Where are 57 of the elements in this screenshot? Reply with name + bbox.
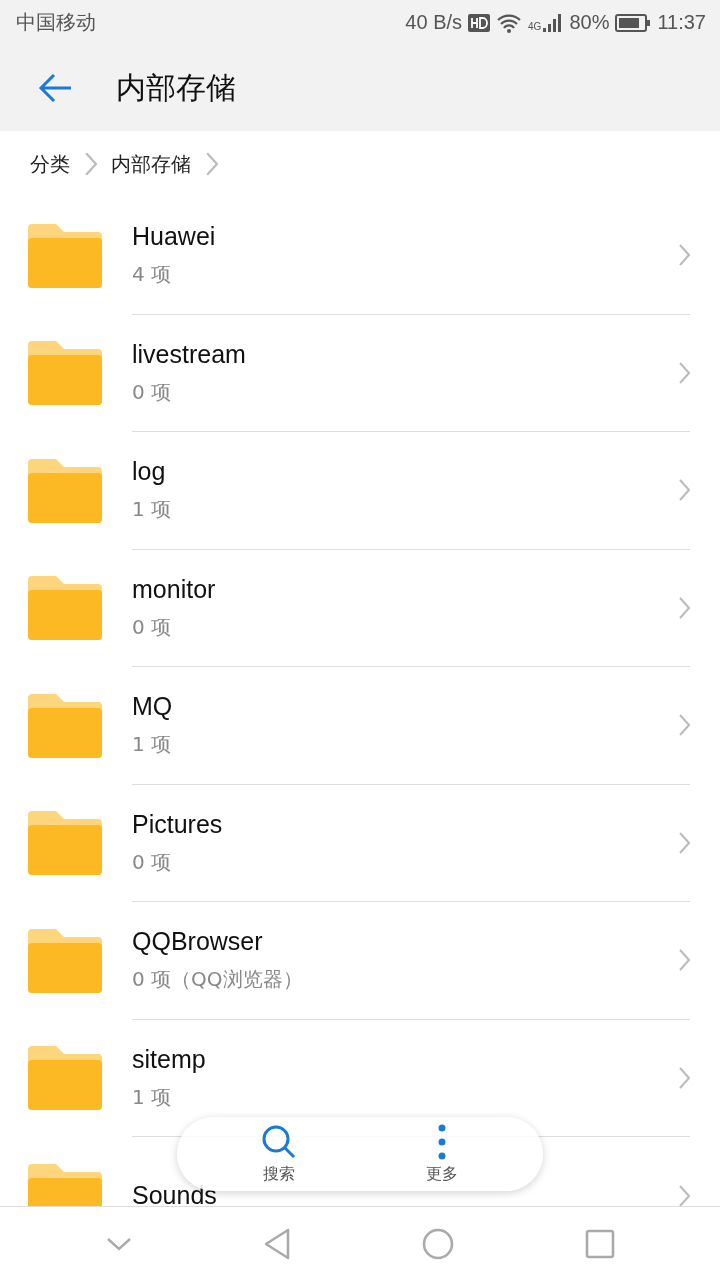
folder-name: sitemp xyxy=(132,1044,207,1074)
breadcrumb-item[interactable]: 内部存储 xyxy=(111,150,191,178)
folder-icon xyxy=(28,928,102,993)
folder-icon xyxy=(28,811,102,876)
chevron-right-icon xyxy=(84,151,97,177)
folder-name: QQBrowser xyxy=(132,927,264,957)
folder-name: Sounds xyxy=(132,1181,218,1206)
chevron-right-icon xyxy=(678,478,690,503)
folder-icon xyxy=(28,1046,102,1111)
network-speed: 40 B/s xyxy=(405,11,463,34)
more-icon xyxy=(437,1123,446,1160)
folder-item-count: 0 项 xyxy=(132,613,173,641)
square-recents-icon xyxy=(584,1228,615,1259)
wifi-icon xyxy=(496,12,523,33)
chevron-right-icon xyxy=(678,1065,690,1090)
battery-icon xyxy=(615,13,652,32)
chevron-right-icon xyxy=(678,713,690,738)
folder-item-count: 4 项 xyxy=(132,261,173,289)
clock: 11:37 xyxy=(657,11,706,34)
page-title: 内部存储 xyxy=(116,68,236,107)
chevron-right-icon xyxy=(678,948,690,973)
more-button[interactable]: 更多 xyxy=(391,1122,492,1186)
folder-item-count: 1 项 xyxy=(132,731,173,759)
folder-name: Pictures xyxy=(132,809,224,839)
breadcrumb-item[interactable]: 分类 xyxy=(30,150,70,178)
home-circle-icon xyxy=(421,1227,454,1260)
folder-name: monitor xyxy=(132,574,217,604)
chevron-right-icon xyxy=(678,830,690,855)
folder-name: livestream xyxy=(132,339,247,369)
folder-name: Huawei xyxy=(132,222,217,252)
chevron-right-icon xyxy=(678,360,690,385)
signal-icon xyxy=(543,12,564,33)
chevron-down-icon xyxy=(105,1236,132,1251)
folder-name: MQ xyxy=(132,692,174,722)
folder-icon xyxy=(28,576,102,641)
search-button[interactable]: 搜索 xyxy=(228,1122,329,1186)
chevron-right-icon xyxy=(678,595,690,620)
folder-item-count: 0 项 xyxy=(132,848,173,876)
folder-icon xyxy=(28,693,102,758)
folder-item-count: 1 项 xyxy=(132,496,173,524)
chevron-right-icon xyxy=(205,151,218,177)
folder-item-count: 1 项 xyxy=(132,1083,173,1111)
back-arrow-icon xyxy=(38,73,72,103)
triangle-back-icon xyxy=(262,1227,291,1260)
network-type: 4G xyxy=(528,21,542,32)
battery-percent: 80% xyxy=(569,11,610,34)
folder-icon xyxy=(28,223,102,288)
folder-icon xyxy=(28,341,102,406)
folder-icon xyxy=(28,458,102,523)
carrier-text: 中国移动 xyxy=(16,10,96,35)
search-icon xyxy=(260,1123,297,1160)
chevron-right-icon xyxy=(678,1183,690,1206)
hd-icon xyxy=(468,13,491,32)
folder-name: log xyxy=(132,457,167,487)
chevron-right-icon xyxy=(678,243,690,268)
folder-item-count: 0 项（QQ浏览器） xyxy=(132,966,304,994)
folder-item-count: 0 项 xyxy=(132,378,173,406)
